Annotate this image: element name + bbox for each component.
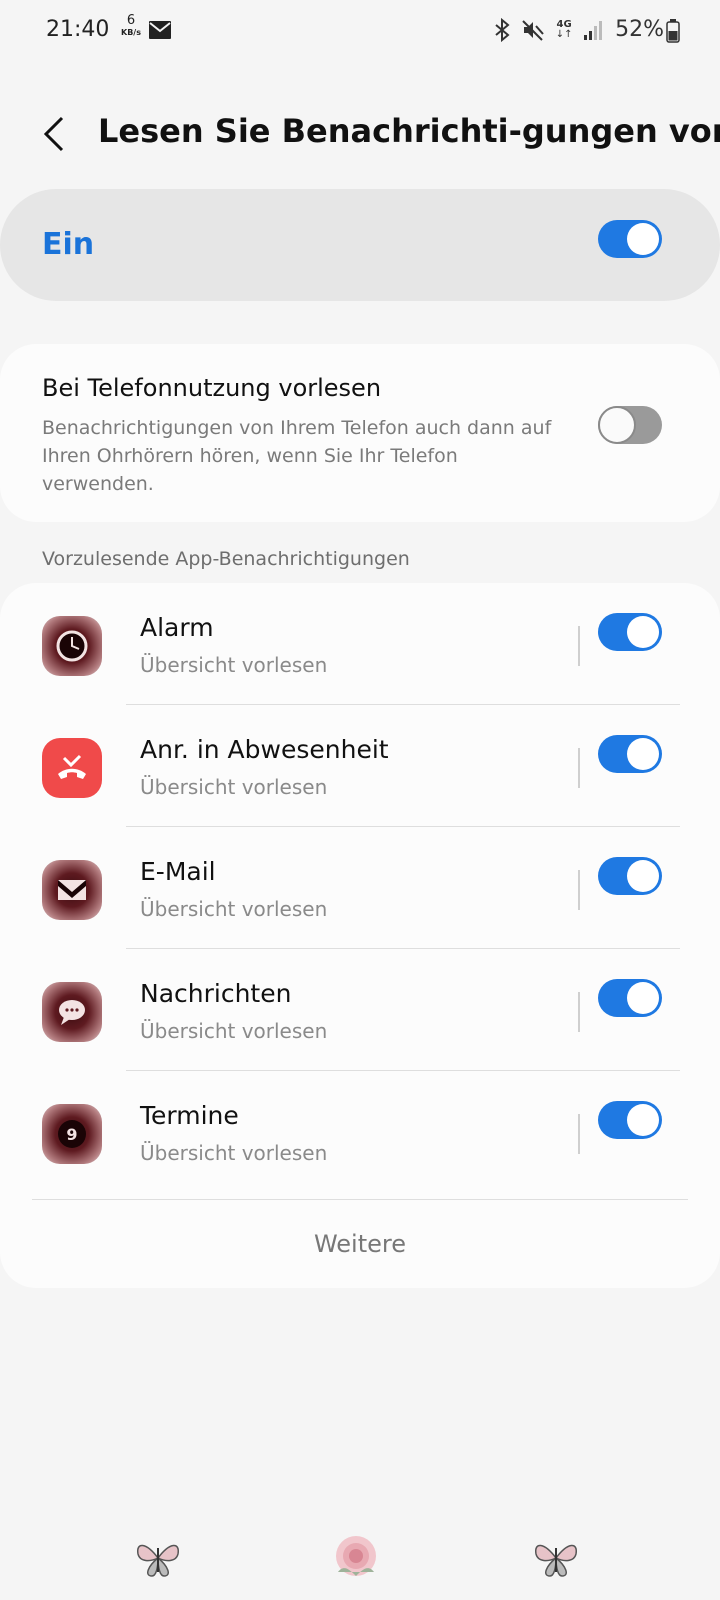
- toggle-knob: [627, 982, 659, 1014]
- master-switch-label: Ein: [42, 227, 95, 262]
- email-icon: [42, 860, 102, 920]
- phone-usage-description: Benachrichtigungen von Ihrem Telefon auc…: [42, 417, 552, 495]
- recent-apps-icon[interactable]: [128, 1528, 188, 1588]
- phone-usage-title: Bei Telefonnutzung vorlesen: [42, 374, 382, 402]
- app-subtitle: Übersicht vorlesen: [140, 1019, 328, 1043]
- app-bar: Lesen Sie Benachrichti-gungen vor: [0, 96, 720, 174]
- messages-icon: [42, 982, 102, 1042]
- battery-text: 52%: [615, 17, 664, 42]
- separator: [578, 870, 580, 910]
- phone-usage-toggle[interactable]: [598, 406, 662, 444]
- calendar-icon: 9: [42, 1104, 102, 1164]
- network-type-label: 4G: [556, 18, 572, 30]
- mail-icon: [149, 21, 171, 39]
- separator: [578, 748, 580, 788]
- app-name: Anr. in Abwesenheit: [140, 735, 389, 764]
- app-name: Nachrichten: [140, 979, 292, 1008]
- app-subtitle: Übersicht vorlesen: [140, 897, 328, 921]
- app-name: Alarm: [140, 613, 214, 642]
- app-row-calendar[interactable]: 9 Termine Übersicht vorlesen: [0, 1071, 720, 1193]
- app-toggle-missed-calls[interactable]: [598, 735, 662, 773]
- more-button[interactable]: Weitere: [0, 1200, 720, 1288]
- mute-icon: [522, 19, 544, 41]
- status-time: 21:40: [46, 17, 110, 42]
- bluetooth-icon: [495, 17, 510, 42]
- missed-call-icon: [42, 738, 102, 798]
- phone-usage-row[interactable]: Bei Telefonnutzung vorlesen Benachrichti…: [0, 344, 720, 522]
- net-speed: 6 KB/s: [116, 13, 146, 38]
- toggle-knob: [598, 406, 636, 444]
- toggle-knob: [627, 860, 659, 892]
- app-subtitle: Übersicht vorlesen: [140, 1141, 328, 1165]
- app-row-email[interactable]: E-Mail Übersicht vorlesen: [0, 827, 720, 949]
- separator: [578, 626, 580, 666]
- toggle-knob: [627, 616, 659, 648]
- network-4g-icon: 4G ↓↑: [555, 18, 573, 40]
- app-toggle-calendar[interactable]: [598, 1101, 662, 1139]
- alarm-clock-icon: [42, 616, 102, 676]
- net-speed-value: 6: [126, 13, 136, 28]
- separator: [578, 1114, 580, 1154]
- section-header: Vorzulesende App-Benachrichtigungen: [42, 548, 410, 570]
- status-icons: 4G ↓↑ 52%: [493, 17, 664, 42]
- page-title: Lesen Sie Benachrichti-gungen vor: [98, 112, 720, 150]
- toggle-knob: [627, 1104, 659, 1136]
- app-row-messages[interactable]: Nachrichten Übersicht vorlesen: [0, 949, 720, 1071]
- master-switch-toggle[interactable]: [598, 220, 662, 258]
- app-row-alarm[interactable]: Alarm Übersicht vorlesen: [0, 583, 720, 705]
- toggle-knob: [627, 223, 659, 255]
- separator: [578, 992, 580, 1032]
- net-speed-unit: KB/s: [121, 28, 141, 37]
- status-bar: 21:40 6 KB/s 4G ↓↑ 52%: [0, 0, 720, 64]
- app-subtitle: Übersicht vorlesen: [140, 775, 328, 799]
- battery-icon: [666, 19, 680, 43]
- app-notifications-list: Alarm Übersicht vorlesen Anr. in Abwesen…: [0, 583, 720, 1288]
- calendar-day: 9: [58, 1120, 86, 1148]
- signal-icon: [584, 20, 603, 40]
- app-name: E-Mail: [140, 857, 216, 886]
- master-switch-row[interactable]: Ein: [0, 189, 720, 301]
- toggle-knob: [627, 738, 659, 770]
- navigation-bar: [0, 1520, 720, 1600]
- app-subtitle: Übersicht vorlesen: [140, 653, 328, 677]
- app-toggle-alarm[interactable]: [598, 613, 662, 651]
- app-row-missed-calls[interactable]: Anr. in Abwesenheit Übersicht vorlesen: [0, 705, 720, 827]
- back-nav-icon[interactable]: [526, 1528, 586, 1588]
- app-name: Termine: [140, 1101, 239, 1130]
- app-toggle-email[interactable]: [598, 857, 662, 895]
- home-icon[interactable]: [326, 1528, 386, 1588]
- app-toggle-messages[interactable]: [598, 979, 662, 1017]
- chevron-left-icon[interactable]: [40, 114, 70, 154]
